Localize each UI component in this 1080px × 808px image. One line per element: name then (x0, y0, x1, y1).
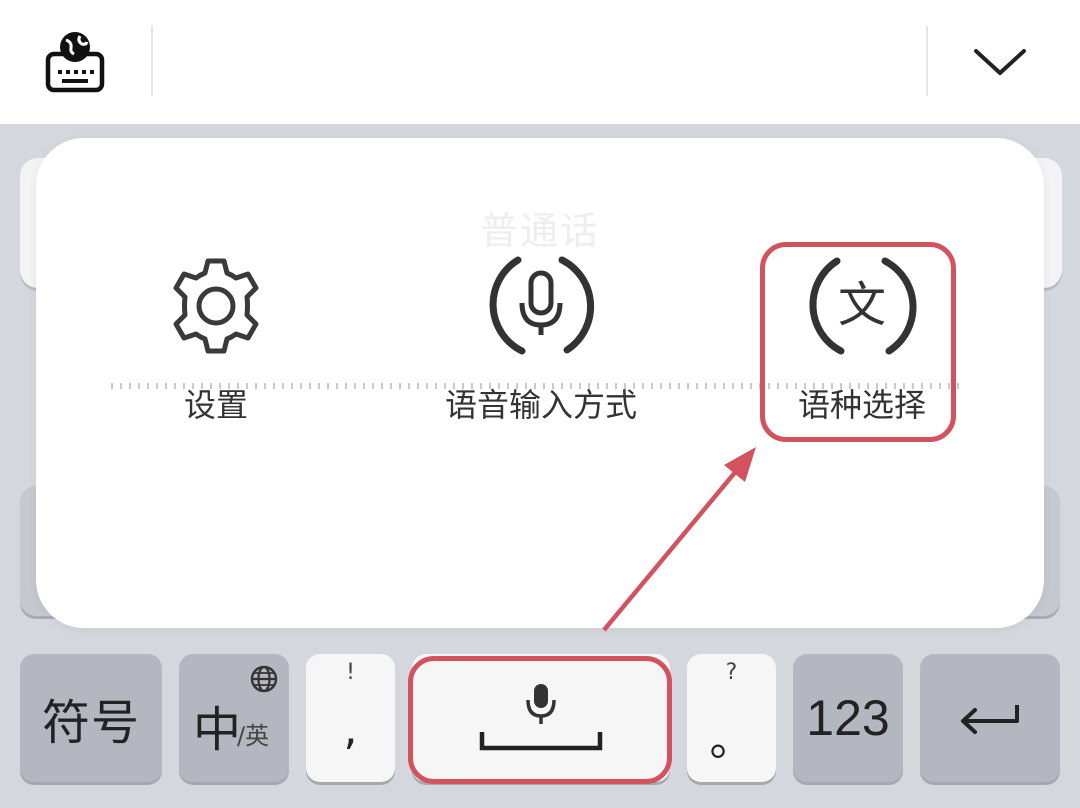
chinese-english-toggle-key[interactable]: 中 /英 (179, 654, 289, 782)
toolbar-divider (151, 26, 153, 96)
settings-option-icon-wrap (156, 246, 276, 366)
period-key[interactable]: ? 。 (687, 654, 776, 782)
collapse-keyboard-button[interactable] (940, 0, 1060, 124)
keyboard-globe-icon (45, 32, 105, 93)
symbol-key-label: 符号 (41, 695, 140, 751)
microphone-circle-icon (489, 256, 595, 355)
enter-return-icon (961, 705, 1019, 734)
space-voice-key[interactable] (412, 654, 670, 782)
language-option-label: 语种选择 (797, 386, 926, 424)
language-text-icon: 文 (809, 257, 917, 355)
comma-key-hint: ! (346, 660, 355, 685)
language-select-option[interactable]: 文 语种选择 (764, 246, 960, 446)
language-option-icon-wrap: 文 (802, 246, 922, 366)
settings-option-label: 设置 (183, 386, 248, 424)
period-key-label: 。 (709, 715, 754, 766)
space-microphone-icon (479, 684, 603, 751)
chevron-down-icon (974, 49, 1026, 75)
settings-option[interactable]: 设置 (136, 246, 296, 446)
voice-input-option-label: 语音输入方式 (444, 386, 637, 424)
number-key-label: 123 (806, 690, 890, 746)
comma-key-label: , (343, 704, 358, 755)
comma-key[interactable]: ! , (306, 654, 395, 782)
gear-icon (173, 258, 259, 354)
voice-input-method-option[interactable]: 语音输入方式 (406, 246, 676, 446)
symbol-key[interactable]: 符号 (20, 654, 162, 782)
voice-options-popup: 普通话 设置 语音输入方式 文 语种选择 (36, 138, 1044, 628)
language-icon-glyph: 文 (838, 277, 886, 333)
top-toolbar (0, 0, 1080, 124)
lang-key-main-label: 中 (193, 702, 242, 758)
voice-input-option-icon-wrap (481, 246, 601, 366)
enter-key[interactable] (920, 654, 1060, 782)
globe-icon (250, 665, 278, 693)
lang-key-sub-label: /英 (237, 722, 270, 750)
toolbar-divider (926, 26, 928, 96)
period-key-hint: ? (725, 660, 738, 685)
keyboard-switch-button[interactable] (20, 0, 132, 124)
number-key[interactable]: 123 (793, 654, 903, 782)
